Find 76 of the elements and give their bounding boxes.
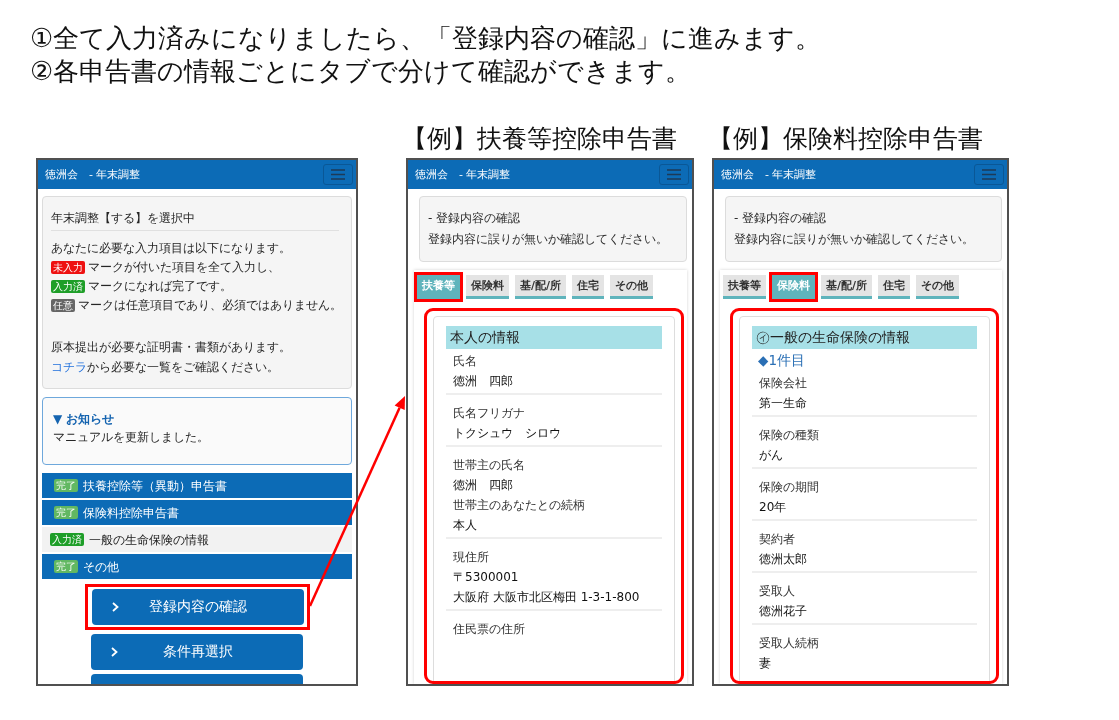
list-item[interactable]: 完了 その他	[42, 554, 352, 579]
action-button[interactable]: 条件再選択	[91, 634, 303, 670]
legend-text: マークになれば完了です。	[88, 278, 232, 295]
field-value: 20年	[758, 499, 788, 516]
panel-heading: - 登録内容の確認	[428, 210, 522, 227]
app-title: 徳洲会 - 年末調整	[45, 167, 141, 182]
subheading: ◆1件目	[757, 351, 806, 370]
field-label: 氏名フリガナ	[452, 405, 526, 422]
status-badge: 完了	[54, 479, 78, 492]
field-label: 世帯主のあなたとの続柄	[452, 497, 586, 514]
status-badge: 入力済	[51, 279, 85, 293]
menu-icon	[331, 169, 345, 180]
panel-text: コチラから必要な一覧をご確認ください。	[51, 359, 280, 376]
tab[interactable]: 基/配/所	[821, 275, 873, 299]
panel-text: 登録内容に誤りが無いか確認してください。	[734, 231, 975, 248]
panel-heading: 年末調整【する】を選択中	[51, 210, 196, 227]
tab[interactable]: 扶養等	[723, 275, 766, 299]
field-value: 徳洲 四郎	[452, 477, 514, 494]
field-value: 本人	[452, 517, 478, 534]
panel-text: あなたに必要な入力項目は以下になります。	[51, 240, 292, 257]
instruction-text: ②各申告書の情報ごとにタブで分けて確認ができます。	[30, 55, 692, 88]
menu-button[interactable]	[659, 164, 689, 185]
field-value: 妻	[758, 655, 772, 672]
field-label: 受取人	[758, 583, 796, 600]
tab[interactable]: 基/配/所	[515, 275, 567, 299]
status-badge: 完了	[54, 506, 78, 519]
panel-text: 原本提出が必要な証明書・書類があります。	[51, 339, 292, 356]
link[interactable]: コチラ	[51, 360, 87, 374]
field-value: 第一生命	[758, 395, 808, 412]
menu-button[interactable]	[974, 164, 1004, 185]
app-title: 徳洲会 - 年末調整	[415, 167, 511, 182]
legend-text: マークが付いた項目を全て入力し、	[88, 259, 280, 276]
menu-icon	[667, 169, 681, 180]
field-label: 氏名	[452, 353, 478, 370]
action-button[interactable]: 登録内容の確認	[91, 589, 304, 625]
tab[interactable]: 住宅	[878, 275, 911, 299]
caption-text: 【例】保険料控除申告書	[708, 124, 983, 154]
field-value: トクシュウ シロウ	[452, 425, 562, 442]
app-title: 徳洲会 - 年末調整	[721, 167, 817, 182]
field-label: 住民票の住所	[452, 621, 526, 638]
field-value: 徳洲太郎	[758, 551, 808, 568]
status-badge: 完了	[54, 560, 78, 573]
status-badge: 未入力	[51, 260, 85, 274]
field-value: がん	[758, 447, 784, 464]
field-label: 受取人続柄	[758, 635, 820, 652]
notice-text: マニュアルを更新しました。	[53, 429, 210, 446]
field-label: 契約者	[758, 531, 796, 548]
tab[interactable]: その他	[610, 275, 654, 299]
field-label: 保険会社	[758, 375, 808, 392]
field-label: 保険の期間	[758, 479, 820, 496]
section-heading: ㋑一般の生命保険の情報	[752, 326, 977, 349]
chevron-icon	[111, 647, 118, 657]
section-heading: 本人の情報	[446, 326, 662, 349]
tab[interactable]: 住宅	[572, 275, 605, 299]
caption-text: 【例】扶養等控除申告書	[402, 124, 677, 154]
chevron-icon	[111, 602, 119, 612]
notice-heading[interactable]: ▼ お知らせ	[53, 410, 341, 428]
status-badge: 任意	[51, 298, 75, 312]
field-value: 徳洲花子	[758, 603, 808, 620]
field-label: 保険の種類	[758, 427, 820, 444]
panel-text: 登録内容に誤りが無いか確認してください。	[428, 231, 669, 248]
tab[interactable]: その他	[916, 275, 960, 299]
instruction-text: ①全て入力済みになりましたら、「登録内容の確認」に進みます。	[30, 22, 822, 55]
list-item[interactable]: 完了 保険料控除申告書	[42, 500, 352, 525]
field-value: 〒5300001	[452, 569, 520, 586]
field-label: 現住所	[452, 549, 490, 566]
status-badge: 入力済	[50, 533, 84, 546]
tab[interactable]: 保険料	[466, 275, 509, 299]
field-label: 世帯主の氏名	[452, 457, 526, 474]
menu-icon	[982, 169, 996, 180]
field-value: 徳洲 四郎	[452, 373, 514, 390]
list-item[interactable]: 完了 扶養控除等（異動）申告書	[42, 473, 352, 498]
menu-button[interactable]	[323, 164, 353, 185]
field-value: 大阪府 大阪市北区梅田 1-3-1-800	[452, 589, 641, 606]
legend-text: マークは任意項目であり、必須ではありません。	[78, 297, 342, 314]
panel-heading: - 登録内容の確認	[734, 210, 828, 227]
